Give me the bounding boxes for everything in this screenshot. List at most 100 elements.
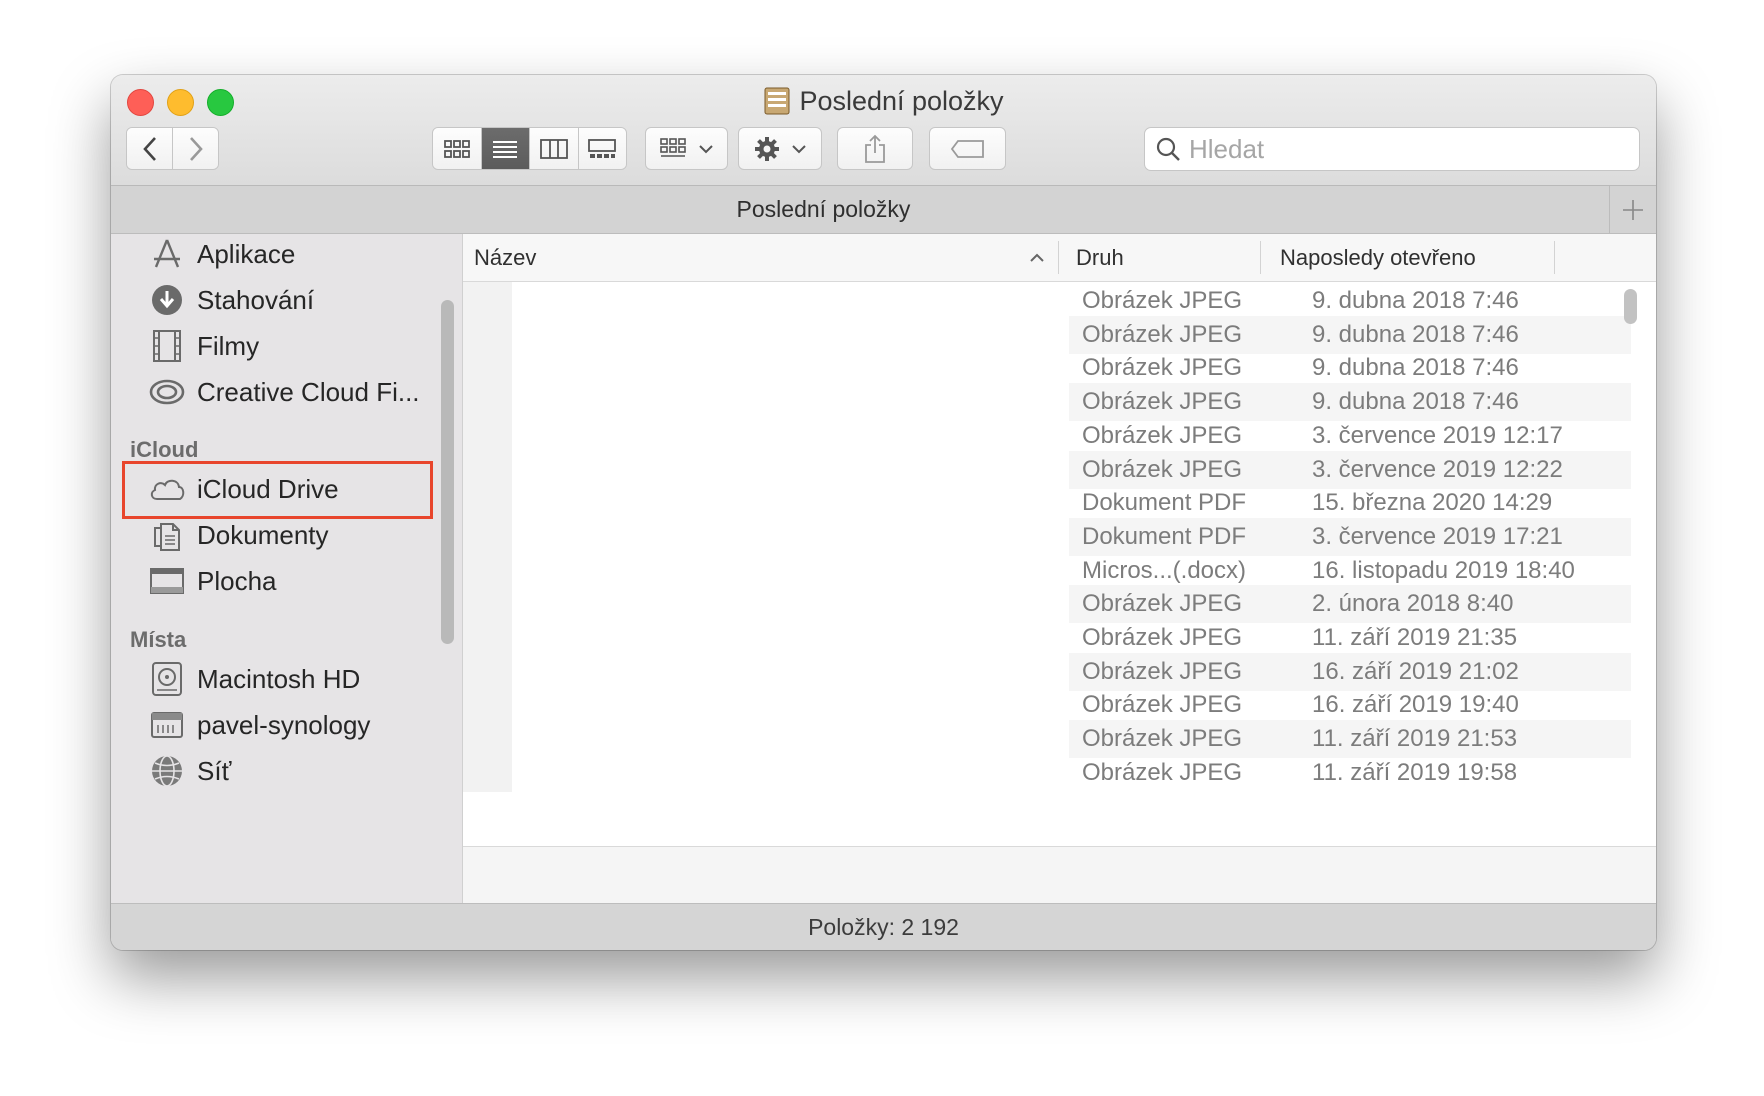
share-button[interactable]: [837, 127, 913, 170]
table-row[interactable]: Obrázek JPEG 11. září 2019 21:53: [463, 720, 1631, 759]
file-list: Název Druh Naposledy otevřeno Obrázek JP…: [463, 234, 1656, 905]
sidebar-item-macintosh-hd[interactable]: Macintosh HD: [111, 653, 441, 705]
gallery-view-button[interactable]: [578, 128, 626, 169]
column-header-row: Název Druh Naposledy otevřeno: [463, 234, 1656, 282]
table-row[interactable]: Dokument PDF 15. března 2020 14:29: [463, 484, 1631, 523]
tab-bar: Poslední položky: [111, 186, 1656, 234]
sidebar-item-creative-cloud[interactable]: Creative Cloud Fi...: [111, 366, 441, 418]
column-divider[interactable]: [1058, 241, 1059, 274]
file-name-cell: [512, 551, 1069, 590]
search-field[interactable]: [1144, 127, 1640, 171]
table-row[interactable]: Obrázek JPEG 11. září 2019 21:35: [463, 619, 1631, 657]
window-title-text: Poslední položky: [799, 86, 1004, 116]
file-name-cell: [512, 450, 1069, 489]
list-view-button[interactable]: [481, 128, 530, 169]
forward-button[interactable]: [173, 128, 218, 169]
file-thumbnail-placeholder: [463, 450, 512, 489]
column-view-icon: [539, 138, 568, 159]
film-icon: [147, 326, 187, 366]
file-thumbnail-placeholder: [463, 619, 512, 657]
file-thumbnail-placeholder: [463, 551, 512, 590]
list-bottom-strip: [463, 846, 1656, 905]
column-header-date[interactable]: Naposledy otevřeno: [1280, 234, 1476, 281]
table-row[interactable]: Obrázek JPEG 9. dubna 2018 7:46: [463, 315, 1631, 354]
column-divider[interactable]: [1554, 241, 1555, 274]
file-kind-cell: Obrázek JPEG: [1082, 320, 1243, 348]
back-button[interactable]: [127, 128, 173, 169]
table-row[interactable]: Obrázek JPEG 16. září 2019 21:02: [463, 652, 1631, 691]
file-kind-cell: Obrázek JPEG: [1082, 354, 1243, 382]
file-name-cell: [512, 652, 1069, 691]
table-row[interactable]: Obrázek JPEG 16. září 2019 19:40: [463, 686, 1631, 725]
file-date-cell: 2. února 2018 8:40: [1312, 590, 1514, 618]
table-row[interactable]: Obrázek JPEG 9. dubna 2018 7:46: [463, 349, 1631, 388]
sidebar-scrollbar[interactable]: [441, 300, 454, 644]
file-date-cell: 16. září 2019 21:02: [1312, 657, 1519, 685]
nav-buttons: [126, 127, 219, 170]
file-name-cell: [512, 315, 1069, 354]
file-thumbnail-placeholder: [463, 416, 512, 455]
table-row[interactable]: Obrázek JPEG 9. dubna 2018 7:46: [463, 282, 1631, 320]
window-title: Poslední položky: [111, 83, 1656, 119]
grid-view-icon: [443, 139, 470, 158]
file-date-cell: 9. dubna 2018 7:46: [1312, 388, 1519, 416]
disk-icon: [147, 659, 187, 699]
tab-recents[interactable]: Poslední položky: [111, 186, 1536, 233]
column-header-name[interactable]: Název: [474, 234, 536, 281]
file-thumbnail-placeholder: [463, 753, 512, 792]
sidebar: Aplikace Stahování Filmy Creative Cloud …: [111, 234, 463, 904]
icloud-drive-highlight-box: [122, 461, 433, 519]
column-view-button[interactable]: [530, 128, 579, 169]
share-icon: [865, 134, 885, 163]
file-thumbnail-placeholder: [463, 686, 512, 725]
action-menu-button[interactable]: [738, 127, 822, 170]
new-tab-button[interactable]: [1609, 186, 1656, 233]
file-kind-cell: Obrázek JPEG: [1082, 590, 1243, 618]
file-kind-cell: Obrázek JPEG: [1082, 287, 1243, 314]
sort-ascending-icon: [1030, 253, 1044, 262]
file-name-cell: [512, 282, 1069, 320]
file-kind-cell: Obrázek JPEG: [1082, 725, 1243, 753]
sidebar-item-filmy[interactable]: Filmy: [111, 320, 441, 372]
file-date-cell: 11. září 2019 19:58: [1312, 758, 1518, 786]
file-date-cell: 16. září 2019 19:40: [1312, 691, 1519, 719]
icon-view-button[interactable]: [433, 128, 482, 169]
sidebar-item-pavel-synology[interactable]: pavel-synology: [111, 699, 441, 751]
server-icon: [147, 705, 187, 745]
sidebar-header-mista: Místa: [130, 627, 187, 652]
table-row[interactable]: Dokument PDF 3. července 2019 17:21: [463, 517, 1631, 556]
apps-icon: [147, 234, 187, 274]
file-thumbnail-placeholder: [463, 652, 512, 691]
search-input[interactable]: [1187, 132, 1611, 166]
recents-icon: [763, 86, 791, 125]
tags-button[interactable]: [929, 127, 1006, 170]
table-row[interactable]: Micros...(.docx) 16. listopadu 2019 18:40: [463, 551, 1631, 590]
file-date-cell: 3. července 2019 12:17: [1312, 421, 1563, 449]
file-thumbnail-placeholder: [463, 585, 512, 624]
file-kind-cell: Micros...(.docx): [1082, 556, 1247, 584]
file-date-cell: 3. července 2019 17:21: [1312, 522, 1563, 550]
table-row[interactable]: Obrázek JPEG 3. července 2019 12:22: [463, 450, 1631, 489]
file-name-cell: [512, 416, 1069, 455]
table-row[interactable]: Obrázek JPEG 3. července 2019 12:17: [463, 416, 1631, 455]
file-kind-cell: Dokument PDF: [1082, 522, 1247, 550]
sidebar-item-stahovani[interactable]: Stahování: [111, 274, 441, 326]
file-kind-cell: Obrázek JPEG: [1082, 421, 1243, 449]
file-name-cell: [512, 686, 1069, 725]
table-row[interactable]: Obrázek JPEG 9. dubna 2018 7:46: [463, 383, 1631, 422]
tag-icon: [950, 139, 984, 158]
column-header-kind[interactable]: Druh: [1076, 234, 1124, 281]
table-row[interactable]: Obrázek JPEG 2. února 2018 8:40: [463, 585, 1631, 624]
chevron-down-icon: [792, 144, 806, 153]
table-row[interactable]: Obrázek JPEG 11. září 2019 19:58: [463, 753, 1631, 792]
chevron-down-icon: [698, 144, 713, 153]
file-date-cell: 9. dubna 2018 7:46: [1312, 320, 1519, 348]
sidebar-item-sit[interactable]: Síť: [111, 745, 441, 797]
download-icon: [147, 280, 187, 320]
sidebar-item-plocha[interactable]: Plocha: [111, 555, 441, 607]
file-thumbnail-placeholder: [463, 383, 512, 422]
column-divider[interactable]: [1260, 241, 1261, 274]
group-by-button[interactable]: [645, 127, 728, 170]
file-thumbnail-placeholder: [463, 282, 512, 320]
list-scrollbar[interactable]: [1624, 289, 1637, 324]
